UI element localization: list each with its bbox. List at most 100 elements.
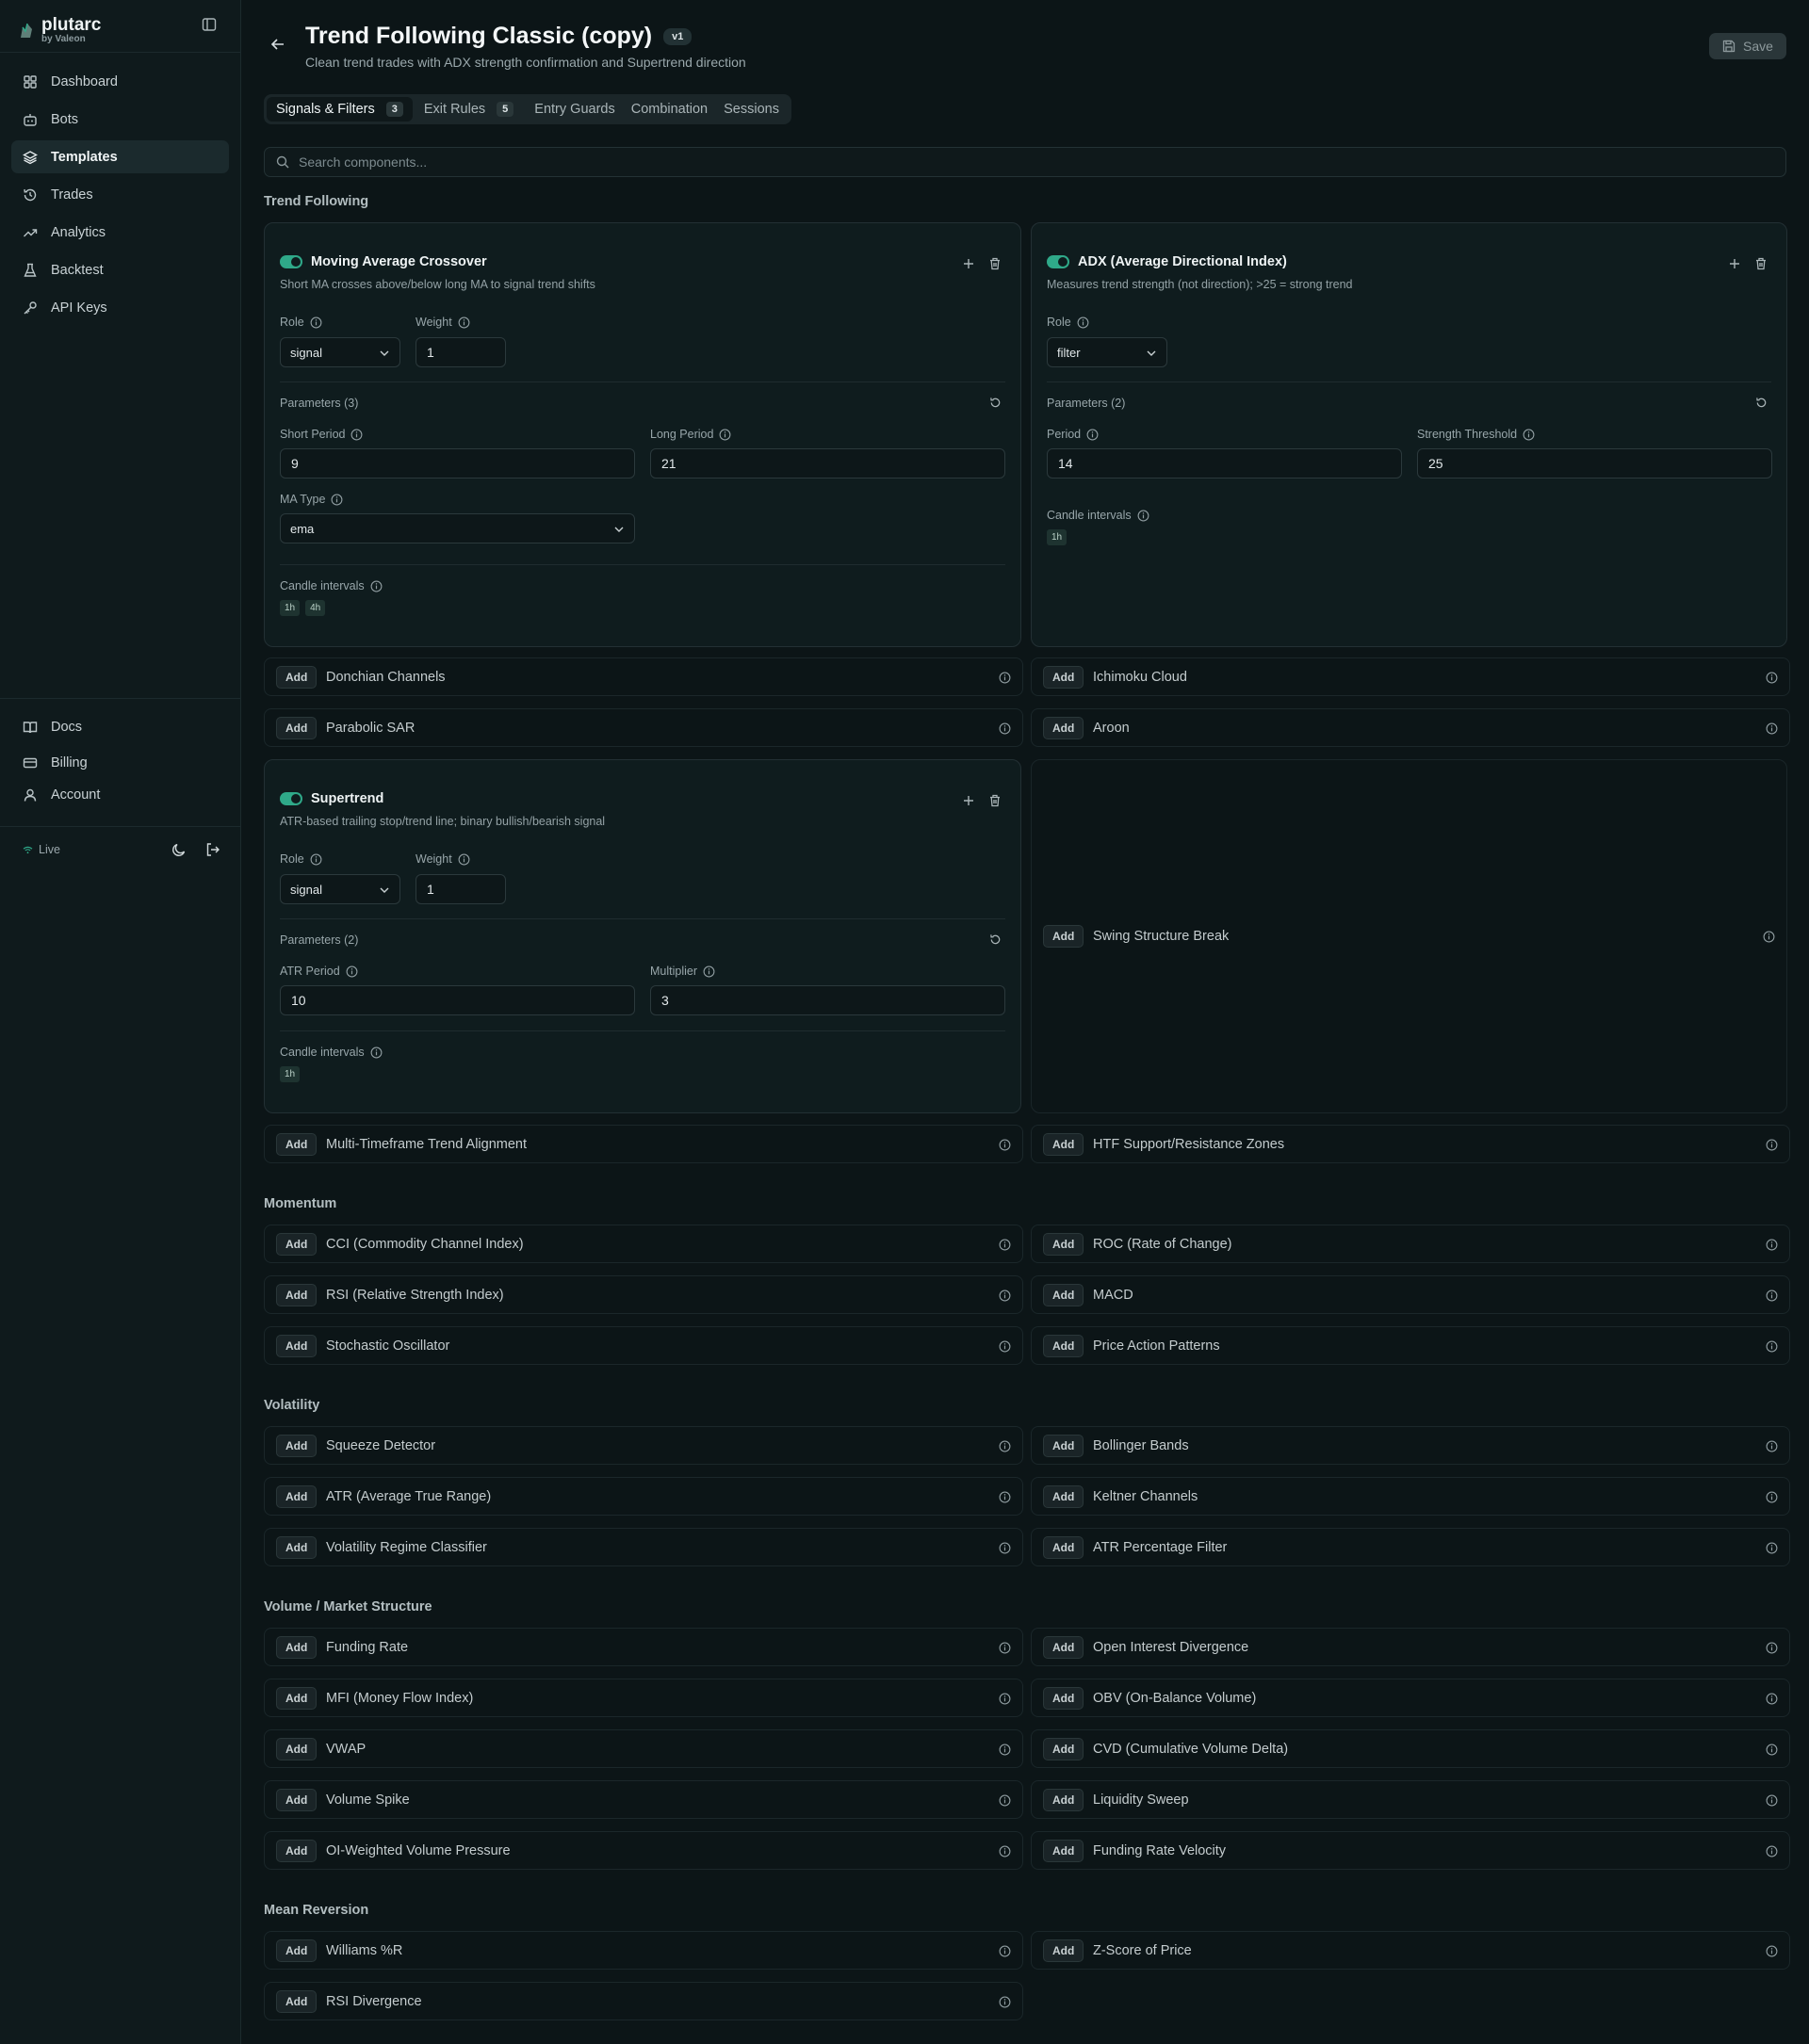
plus-icon[interactable] xyxy=(1728,257,1741,270)
info-icon[interactable] xyxy=(1763,931,1775,943)
long-period-input[interactable]: 21 xyxy=(650,448,1005,479)
info-icon[interactable] xyxy=(1137,510,1149,522)
nav-item-analytics[interactable]: Analytics xyxy=(11,216,229,249)
tab-combination[interactable]: Combination xyxy=(627,97,712,122)
info-icon[interactable] xyxy=(458,316,470,329)
info-icon[interactable] xyxy=(310,316,322,329)
interval-chip[interactable]: 1h xyxy=(280,600,301,616)
interval-chip[interactable]: 4h xyxy=(305,600,326,616)
info-icon[interactable] xyxy=(999,1996,1011,2008)
info-icon[interactable] xyxy=(1766,1744,1778,1756)
add-button[interactable]: Add xyxy=(1043,1485,1084,1508)
trash-icon[interactable] xyxy=(988,794,1002,807)
add-button[interactable]: Add xyxy=(276,1536,318,1559)
add-button[interactable]: Add xyxy=(1043,1536,1084,1559)
add-button[interactable]: Add xyxy=(1043,1939,1084,1962)
weight-input[interactable]: 1 xyxy=(416,874,506,904)
info-icon[interactable] xyxy=(1766,1794,1778,1807)
reset-icon[interactable] xyxy=(989,933,1002,946)
info-icon[interactable] xyxy=(1766,672,1778,684)
reset-icon[interactable] xyxy=(989,397,1002,409)
add-button[interactable]: Add xyxy=(1043,1738,1084,1760)
save-button[interactable]: Save xyxy=(1709,33,1786,59)
reset-icon[interactable] xyxy=(1755,397,1768,409)
tab-exit-rules[interactable]: Exit Rules 5 xyxy=(415,97,523,122)
add-button[interactable]: Add xyxy=(1043,1335,1084,1357)
add-button[interactable]: Add xyxy=(276,1233,318,1256)
add-button[interactable]: Add xyxy=(1043,666,1084,689)
add-button[interactable]: Add xyxy=(276,1133,318,1156)
nav-item-api-keys[interactable]: API Keys xyxy=(11,291,229,324)
add-button[interactable]: Add xyxy=(1043,1840,1084,1862)
add-button[interactable]: Add xyxy=(1043,1687,1084,1710)
role-select[interactable]: signal xyxy=(280,874,400,904)
nav-item-trades[interactable]: Trades xyxy=(11,178,229,211)
add-button[interactable]: Add xyxy=(276,1335,318,1357)
nav-item-bots[interactable]: Bots xyxy=(11,103,229,136)
back-arrow-icon[interactable] xyxy=(269,36,286,53)
add-button[interactable]: Add xyxy=(276,1939,318,1962)
info-icon[interactable] xyxy=(458,853,470,866)
period-input[interactable]: 14 xyxy=(1047,448,1402,479)
info-icon[interactable] xyxy=(1766,1139,1778,1151)
info-icon[interactable] xyxy=(999,1845,1011,1857)
info-icon[interactable] xyxy=(999,1642,1011,1654)
info-icon[interactable] xyxy=(350,429,363,441)
info-icon[interactable] xyxy=(1523,429,1535,441)
nav-item-backtest[interactable]: Backtest xyxy=(11,253,229,286)
add-button[interactable]: Add xyxy=(1043,1133,1084,1156)
info-icon[interactable] xyxy=(999,1542,1011,1554)
info-icon[interactable] xyxy=(999,1491,1011,1503)
interval-chip[interactable]: 1h xyxy=(280,1066,301,1082)
info-icon[interactable] xyxy=(703,965,715,978)
nav-item-account[interactable]: Account xyxy=(11,778,229,811)
enable-toggle[interactable] xyxy=(280,792,302,805)
info-icon[interactable] xyxy=(1766,1642,1778,1654)
nav-item-billing[interactable]: Billing xyxy=(11,746,229,779)
brand[interactable]: plutarc by Valeon xyxy=(19,11,101,49)
interval-chip[interactable]: 1h xyxy=(1047,529,1067,545)
info-icon[interactable] xyxy=(1766,1239,1778,1251)
add-button[interactable]: Add xyxy=(276,1990,318,2013)
info-icon[interactable] xyxy=(999,1693,1011,1705)
nav-item-dashboard[interactable]: Dashboard xyxy=(11,65,229,98)
info-icon[interactable] xyxy=(999,1440,1011,1452)
nav-item-docs[interactable]: Docs xyxy=(11,710,229,743)
add-button[interactable]: Add xyxy=(1043,1789,1084,1811)
info-icon[interactable] xyxy=(1766,1491,1778,1503)
trash-icon[interactable] xyxy=(1754,257,1768,270)
enable-toggle[interactable] xyxy=(280,255,302,268)
add-button[interactable]: Add xyxy=(276,1435,318,1457)
info-icon[interactable] xyxy=(999,1239,1011,1251)
tab-signals-filters[interactable]: Signals & Filters 3 xyxy=(267,97,413,122)
add-button[interactable]: Add xyxy=(276,717,318,739)
plus-icon[interactable] xyxy=(962,257,975,270)
trash-icon[interactable] xyxy=(988,257,1002,270)
weight-input[interactable]: 1 xyxy=(416,337,506,367)
info-icon[interactable] xyxy=(719,429,731,441)
add-button[interactable]: Add xyxy=(276,1840,318,1862)
info-icon[interactable] xyxy=(1766,722,1778,735)
info-icon[interactable] xyxy=(1766,1290,1778,1302)
add-button[interactable]: Add xyxy=(1043,925,1084,948)
add-button[interactable]: Add xyxy=(276,666,318,689)
sidebar-collapse-icon[interactable] xyxy=(202,17,217,32)
info-icon[interactable] xyxy=(1766,1440,1778,1452)
plus-icon[interactable] xyxy=(962,794,975,807)
info-icon[interactable] xyxy=(370,580,383,592)
add-button[interactable]: Add xyxy=(276,1636,318,1659)
logout-icon[interactable] xyxy=(205,842,220,857)
add-button[interactable]: Add xyxy=(276,1485,318,1508)
info-icon[interactable] xyxy=(1766,1845,1778,1857)
info-icon[interactable] xyxy=(999,722,1011,735)
info-icon[interactable] xyxy=(1766,1542,1778,1554)
enable-toggle[interactable] xyxy=(1047,255,1069,268)
tab-sessions[interactable]: Sessions xyxy=(714,97,789,122)
info-icon[interactable] xyxy=(1766,1340,1778,1353)
multiplier-input[interactable]: 3 xyxy=(650,985,1005,1015)
atr-period-input[interactable]: 10 xyxy=(280,985,635,1015)
ma-type-select[interactable]: ema xyxy=(280,513,635,543)
info-icon[interactable] xyxy=(310,853,322,866)
strength-threshold-input[interactable]: 25 xyxy=(1417,448,1772,479)
add-button[interactable]: Add xyxy=(1043,1636,1084,1659)
